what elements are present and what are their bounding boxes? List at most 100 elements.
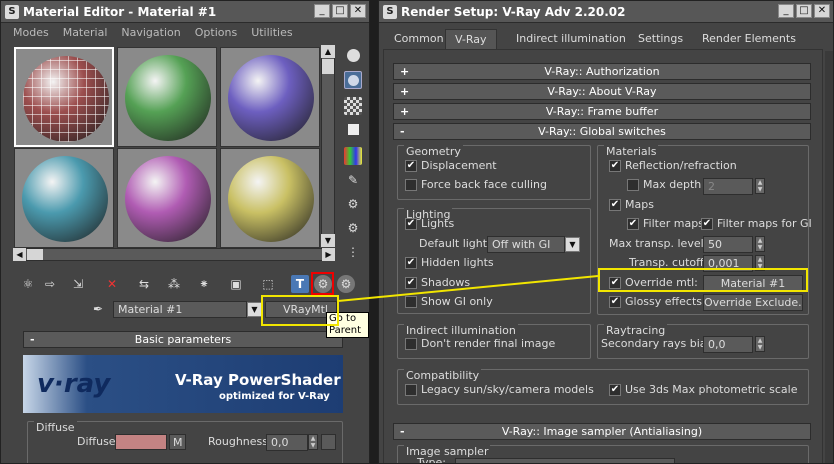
max-depth-spinner[interactable]: ▲ ▼ bbox=[755, 178, 765, 194]
reflection-refraction-checkbox[interactable]: ✔ bbox=[609, 160, 621, 172]
put-to-library-icon[interactable]: ⁂ bbox=[165, 275, 183, 293]
basic-parameters-rollout[interactable]: - Basic parameters bbox=[23, 331, 343, 348]
secondary-bias-field[interactable]: 0,0 bbox=[703, 336, 753, 353]
scroll-left-button[interactable]: ◀ bbox=[13, 248, 26, 261]
sampler-type-dropdown[interactable] bbox=[455, 458, 675, 463]
show-shaded-icon[interactable]: ▣ bbox=[227, 275, 245, 293]
material-sphere-preview bbox=[22, 156, 108, 242]
background-icon[interactable] bbox=[344, 97, 362, 115]
rollout-global-switches[interactable]: - V-Ray:: Global switches bbox=[393, 123, 811, 140]
show-gi-only-checkbox[interactable] bbox=[405, 296, 417, 308]
panel-scrollbar[interactable] bbox=[825, 51, 833, 463]
go-forward-to-sibling-icon[interactable]: ⚙ bbox=[337, 275, 355, 293]
horizontal-scrollbar[interactable] bbox=[13, 248, 335, 261]
close-button[interactable]: ✕ bbox=[350, 4, 366, 18]
roughness-spinner[interactable]: ▲ ▼ bbox=[308, 434, 318, 450]
make-preview-icon[interactable]: ✎ bbox=[344, 171, 362, 189]
rollout-image-sampler[interactable]: - V-Ray:: Image sampler (Antialiasing) bbox=[393, 423, 811, 440]
minimize-button[interactable]: _ bbox=[778, 4, 794, 18]
roughness-map-button[interactable] bbox=[321, 434, 336, 450]
glossy-effects-checkbox[interactable]: ✔ bbox=[609, 296, 621, 308]
scroll-up-button[interactable]: ▲ bbox=[321, 45, 335, 58]
max-transp-field[interactable]: 50 bbox=[703, 236, 753, 253]
sampler-type-label: Type: bbox=[417, 456, 446, 464]
diffuse-label: Diffuse bbox=[77, 435, 116, 448]
scroll-thumb[interactable] bbox=[27, 249, 43, 260]
secondary-bias-spinner[interactable]: ▲ ▼ bbox=[755, 336, 765, 352]
menu-navigation[interactable]: Navigation bbox=[121, 26, 180, 39]
make-unique-icon[interactable]: ⇆ bbox=[135, 275, 153, 293]
vray-banner: v·ray V-Ray PowerShader optimized for V-… bbox=[23, 355, 343, 413]
sample-uv-tiling-icon[interactable] bbox=[344, 121, 362, 139]
default-lights-dropdown-arrow[interactable]: ▼ bbox=[565, 237, 580, 252]
tab-render-elements[interactable]: Render Elements bbox=[693, 29, 805, 49]
app-logo-icon: S bbox=[383, 4, 397, 19]
scroll-vthumb[interactable] bbox=[322, 59, 334, 74]
material-sample-slot[interactable] bbox=[220, 47, 320, 147]
default-lights-dropdown[interactable]: Off with GI bbox=[487, 236, 565, 253]
material-map-navigator-icon[interactable]: ⋮ bbox=[344, 243, 362, 261]
material-id-channel-icon[interactable]: ⁕ bbox=[195, 275, 213, 293]
lights-checkbox[interactable]: ✔ bbox=[405, 218, 417, 230]
tab-common[interactable]: Common bbox=[385, 29, 453, 49]
material-editor-titlebar[interactable]: S Material Editor - Material #1 _ □ ✕ bbox=[1, 1, 369, 23]
backlight-icon[interactable] bbox=[344, 71, 362, 89]
window-title: Render Setup: V-Ray Adv 2.20.02 bbox=[401, 4, 626, 19]
diffuse-color-swatch[interactable] bbox=[115, 434, 167, 450]
minimize-button[interactable]: _ bbox=[314, 4, 330, 18]
assign-to-selection-icon[interactable]: ⇲ bbox=[69, 275, 87, 293]
maximize-button[interactable]: □ bbox=[796, 4, 812, 18]
tab-settings[interactable]: Settings bbox=[629, 29, 692, 49]
show-end-result-icon[interactable]: ⬚ bbox=[259, 275, 277, 293]
sample-type-icon[interactable] bbox=[344, 47, 362, 65]
max-depth-field[interactable]: 2 bbox=[703, 178, 753, 195]
tab-vray[interactable]: V-Ray bbox=[445, 29, 497, 49]
force-back-face-label: Force back face culling bbox=[421, 178, 547, 191]
legacy-sun-checkbox[interactable] bbox=[405, 384, 417, 396]
material-sample-slot[interactable] bbox=[220, 148, 320, 248]
roughness-field[interactable]: 0,0 bbox=[266, 434, 308, 451]
max-transp-spinner[interactable]: ▲ ▼ bbox=[755, 236, 765, 252]
rollout-about[interactable]: + V-Ray:: About V-Ray bbox=[393, 83, 811, 100]
shadows-checkbox[interactable]: ✔ bbox=[405, 277, 417, 289]
material-sample-slot[interactable] bbox=[14, 47, 114, 147]
scroll-down-button[interactable]: ▼ bbox=[321, 234, 335, 247]
show-map-in-viewport-icon[interactable]: T bbox=[291, 275, 309, 293]
options-icon[interactable]: ⚙ bbox=[344, 195, 362, 213]
diffuse-map-button[interactable]: M bbox=[169, 434, 186, 450]
menu-options[interactable]: Options bbox=[195, 26, 237, 39]
override-exclude-button[interactable]: Override Exclude... bbox=[703, 294, 803, 311]
menu-utilities[interactable]: Utilities bbox=[251, 26, 292, 39]
close-button[interactable]: ✕ bbox=[814, 4, 830, 18]
hidden-lights-checkbox[interactable]: ✔ bbox=[405, 257, 417, 269]
material-sample-slot[interactable] bbox=[14, 148, 114, 248]
photometric-scale-checkbox[interactable]: ✔ bbox=[609, 384, 621, 396]
video-color-check-icon[interactable] bbox=[344, 147, 362, 165]
dont-render-final-checkbox[interactable] bbox=[405, 338, 417, 350]
menu-modes[interactable]: Modes bbox=[13, 26, 49, 39]
select-by-material-icon[interactable]: ⚙ bbox=[344, 219, 362, 237]
tab-indirect-illumination[interactable]: Indirect illumination bbox=[507, 29, 635, 49]
go-to-parent-highlight bbox=[311, 272, 334, 295]
render-setup-titlebar[interactable]: S Render Setup: V-Ray Adv 2.20.02 _ □ ✕ bbox=[379, 1, 833, 23]
filter-maps-gi-checkbox[interactable]: ✔ bbox=[701, 218, 713, 230]
material-name-field[interactable]: Material #1 bbox=[113, 301, 247, 318]
displacement-checkbox[interactable]: ✔ bbox=[405, 160, 417, 172]
material-name-dropdown[interactable]: ▼ bbox=[247, 302, 262, 317]
vertical-scrollbar[interactable] bbox=[321, 45, 335, 247]
put-to-scene-icon[interactable]: ⇨ bbox=[41, 275, 59, 293]
get-material-icon[interactable]: ⚛ bbox=[19, 275, 37, 293]
scroll-right-button[interactable]: ▶ bbox=[322, 248, 335, 261]
material-sample-slot[interactable] bbox=[117, 47, 217, 147]
material-sample-slot[interactable] bbox=[117, 148, 217, 248]
reset-map-icon[interactable]: ✕ bbox=[103, 275, 121, 293]
max-depth-checkbox[interactable] bbox=[627, 179, 639, 191]
filter-maps-checkbox[interactable]: ✔ bbox=[627, 218, 639, 230]
maximize-button[interactable]: □ bbox=[332, 4, 348, 18]
rollout-authorization[interactable]: + V-Ray:: Authorization bbox=[393, 63, 811, 80]
pick-material-from-object-icon[interactable]: ✒ bbox=[89, 300, 107, 318]
rollout-frame-buffer[interactable]: + V-Ray:: Frame buffer bbox=[393, 103, 811, 120]
force-back-face-checkbox[interactable] bbox=[405, 179, 417, 191]
menu-material[interactable]: Material bbox=[63, 26, 108, 39]
maps-checkbox[interactable]: ✔ bbox=[609, 199, 621, 211]
